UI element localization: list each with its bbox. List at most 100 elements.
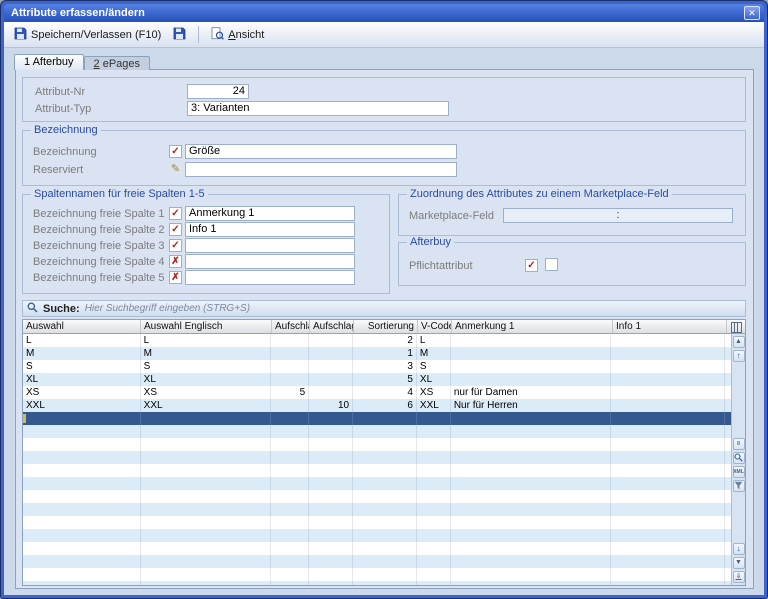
table-cell[interactable] bbox=[451, 425, 612, 438]
pause-button[interactable]: II bbox=[732, 437, 745, 450]
table-cell[interactable]: 4 bbox=[353, 386, 417, 399]
table-cell[interactable] bbox=[271, 373, 310, 386]
table-cell[interactable] bbox=[309, 373, 354, 386]
table-cell[interactable] bbox=[417, 464, 451, 477]
save-exit-button[interactable]: Speichern/Verlassen (F10) bbox=[9, 25, 166, 45]
table-cell[interactable] bbox=[23, 503, 141, 516]
table-cell[interactable] bbox=[271, 555, 310, 568]
table-cell[interactable] bbox=[611, 373, 726, 386]
table-cell[interactable] bbox=[309, 490, 354, 503]
spalte3-toggle-icon[interactable]: ✓ bbox=[169, 239, 182, 252]
table-cell[interactable] bbox=[451, 529, 612, 542]
table-cell[interactable] bbox=[417, 581, 451, 585]
table-row[interactable] bbox=[23, 568, 731, 581]
table-cell[interactable] bbox=[451, 516, 612, 529]
table-cell[interactable] bbox=[309, 347, 354, 360]
table-cell[interactable] bbox=[23, 516, 141, 529]
table-cell[interactable] bbox=[141, 568, 272, 581]
column-header[interactable]: Info 1 bbox=[613, 320, 727, 333]
table-cell[interactable] bbox=[309, 477, 354, 490]
table-cell[interactable]: 1 bbox=[353, 347, 417, 360]
tab-epages[interactable]: 2 ePages bbox=[83, 56, 151, 70]
table-cell[interactable] bbox=[417, 412, 451, 425]
table-cell[interactable] bbox=[23, 555, 141, 568]
spalte4-field[interactable] bbox=[185, 254, 355, 269]
table-cell[interactable] bbox=[451, 477, 612, 490]
table-cell[interactable]: L bbox=[141, 334, 272, 347]
table-cell[interactable]: M bbox=[417, 347, 451, 360]
table-cell[interactable]: XL bbox=[141, 373, 272, 386]
table-cell[interactable] bbox=[271, 425, 310, 438]
marketplace-field[interactable]: : bbox=[503, 208, 733, 223]
table-cell[interactable] bbox=[417, 477, 451, 490]
table-cell[interactable] bbox=[309, 568, 354, 581]
table-cell[interactable] bbox=[23, 581, 141, 585]
table-cell[interactable] bbox=[451, 451, 612, 464]
column-chooser-button[interactable] bbox=[727, 320, 745, 333]
column-header[interactable]: Sortierung bbox=[354, 320, 418, 333]
pflichtattribut-toggle-icon[interactable]: ✓ bbox=[525, 259, 538, 272]
table-cell[interactable]: 5 bbox=[271, 386, 310, 399]
reserviert-edit-icon[interactable]: ✎ bbox=[169, 163, 182, 176]
table-cell[interactable] bbox=[611, 399, 726, 412]
table-cell[interactable] bbox=[309, 529, 354, 542]
table-cell[interactable] bbox=[451, 438, 612, 451]
close-button[interactable]: ✕ bbox=[744, 6, 760, 20]
table-cell[interactable] bbox=[23, 477, 141, 490]
table-cell[interactable] bbox=[23, 542, 141, 555]
table-row[interactable] bbox=[23, 542, 731, 555]
table-cell[interactable] bbox=[23, 490, 141, 503]
table-cell[interactable] bbox=[611, 555, 726, 568]
table-cell[interactable] bbox=[353, 451, 417, 464]
table-cell[interactable] bbox=[309, 360, 354, 373]
table-cell[interactable] bbox=[141, 529, 272, 542]
table-cell[interactable] bbox=[271, 360, 310, 373]
table-cell[interactable] bbox=[141, 451, 272, 464]
table-cell[interactable] bbox=[353, 464, 417, 477]
table-cell[interactable]: XXL bbox=[417, 399, 451, 412]
table-cell[interactable]: S bbox=[141, 360, 272, 373]
table-cell[interactable] bbox=[271, 490, 310, 503]
scroll-down-button[interactable]: ▼ bbox=[732, 557, 745, 569]
table-row[interactable] bbox=[23, 464, 731, 477]
table-cell[interactable] bbox=[353, 529, 417, 542]
table-cell[interactable] bbox=[309, 464, 354, 477]
table-cell[interactable] bbox=[611, 425, 726, 438]
table-cell[interactable]: XS bbox=[23, 386, 141, 399]
table-cell[interactable] bbox=[417, 568, 451, 581]
view-button[interactable]: Ansicht bbox=[206, 25, 269, 45]
table-cell[interactable] bbox=[271, 503, 310, 516]
table-cell[interactable] bbox=[353, 412, 417, 425]
table-cell[interactable] bbox=[141, 581, 272, 585]
column-header[interactable]: Aufschlag bbox=[272, 320, 310, 333]
spalte4-toggle-icon[interactable]: ✗ bbox=[169, 255, 182, 268]
table-cell[interactable] bbox=[451, 360, 612, 373]
spalte2-toggle-icon[interactable]: ✓ bbox=[169, 223, 182, 236]
table-row[interactable] bbox=[23, 412, 731, 425]
table-cell[interactable] bbox=[611, 347, 726, 360]
table-cell[interactable] bbox=[309, 516, 354, 529]
tab-afterbuy[interactable]: 1 Afterbuy bbox=[14, 54, 84, 70]
table-cell[interactable] bbox=[309, 334, 354, 347]
spalte1-toggle-icon[interactable]: ✓ bbox=[169, 207, 182, 220]
table-cell[interactable] bbox=[141, 438, 272, 451]
table-cell[interactable] bbox=[417, 451, 451, 464]
table-cell[interactable] bbox=[611, 581, 726, 585]
table-cell[interactable] bbox=[353, 555, 417, 568]
table-cell[interactable] bbox=[141, 477, 272, 490]
table-cell[interactable] bbox=[141, 542, 272, 555]
table-cell[interactable] bbox=[611, 412, 726, 425]
xml-export-button[interactable]: XML bbox=[732, 465, 745, 478]
table-cell[interactable] bbox=[141, 516, 272, 529]
table-cell[interactable]: 2 bbox=[353, 334, 417, 347]
table-cell[interactable]: 10 bbox=[309, 399, 354, 412]
table-row[interactable] bbox=[23, 516, 731, 529]
table-cell[interactable] bbox=[611, 438, 726, 451]
table-row[interactable] bbox=[23, 503, 731, 516]
table-cell[interactable] bbox=[309, 451, 354, 464]
table-row[interactable] bbox=[23, 555, 731, 568]
table-cell[interactable] bbox=[451, 373, 612, 386]
attribut-nr-field[interactable]: 24 bbox=[187, 84, 249, 99]
table-cell[interactable] bbox=[309, 412, 354, 425]
table-cell[interactable]: L bbox=[23, 334, 141, 347]
